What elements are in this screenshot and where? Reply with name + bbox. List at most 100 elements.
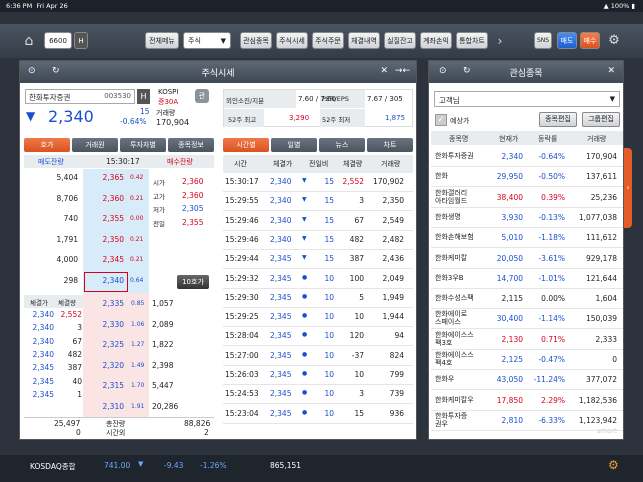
- tick-price: 2,345: [270, 273, 292, 283]
- stock-volume: 1,077,038: [578, 212, 617, 222]
- tab-daily[interactable]: 일별: [271, 138, 317, 152]
- chevron-right-icon[interactable]: ›: [494, 32, 506, 49]
- tick-price: 2,345: [270, 350, 292, 360]
- tab-news[interactable]: 뉴스: [319, 138, 365, 152]
- down-arrow-icon: ▼: [26, 109, 36, 123]
- tick-volume: 2,549: [382, 215, 404, 225]
- stock-rate: 2.29%: [541, 395, 565, 405]
- quote-panel-header: ⊙ ↻ 주식시세 ✕ →←: [20, 61, 416, 83]
- quote-button[interactable]: 주식시세: [276, 32, 308, 49]
- tick-marker-icon: ●: [302, 273, 308, 281]
- expand-icon[interactable]: →←: [395, 66, 410, 76]
- tick-marker-icon: ▼: [302, 215, 307, 223]
- fills-button[interactable]: 체결내역: [348, 32, 380, 49]
- refresh-icon[interactable]: ↻: [463, 66, 471, 76]
- tick-diff: 10: [324, 389, 334, 399]
- edit-stocks-button[interactable]: 종목편집: [539, 112, 577, 127]
- tab-info[interactable]: 종목정보: [168, 138, 214, 152]
- tick-marker-icon: ●: [302, 370, 308, 377]
- edit-groups-button[interactable]: 그룹편집: [582, 112, 620, 127]
- watch-add-button[interactable]: 관: [195, 89, 209, 103]
- bid-price: 2,320: [102, 360, 124, 370]
- tick-marker-icon: ●: [302, 350, 308, 358]
- h-button[interactable]: H: [74, 32, 88, 49]
- refresh-icon[interactable]: ↻: [52, 66, 60, 76]
- row-divider: [223, 210, 413, 212]
- tick-time: 15:29:44: [225, 254, 259, 264]
- all-menu-button[interactable]: 전체메뉴: [145, 32, 179, 49]
- type-select[interactable]: 주식 ▼: [183, 32, 231, 49]
- home-icon[interactable]: ⌂: [18, 32, 40, 49]
- stock-name: 한화케미칼: [435, 253, 468, 262]
- stock-price: 29,950: [496, 172, 523, 182]
- tick-qty: 5: [359, 292, 364, 302]
- tick-price: 2,345: [270, 408, 292, 418]
- order-button[interactable]: 주식주문: [312, 32, 344, 49]
- tick-marker-icon: ▼: [302, 177, 307, 184]
- chevron-down-icon: ▼: [220, 36, 226, 45]
- col-name: 종목명: [449, 135, 469, 143]
- stock-price: 2,340: [501, 152, 523, 161]
- side-drawer-handle[interactable]: ‹: [624, 148, 632, 228]
- bid-qty: 1,057: [152, 299, 174, 308]
- screen-number-input[interactable]: 6600: [44, 32, 72, 49]
- stock-name: 한화에이스스 팩4호: [435, 351, 474, 367]
- row-divider: [223, 229, 413, 231]
- tab-investor[interactable]: 투자자별: [120, 138, 166, 152]
- tick-qty: 3: [359, 196, 364, 206]
- tick-time: 15:28:04: [225, 331, 259, 341]
- group-select[interactable]: 고객님 ▼: [434, 91, 620, 107]
- tick-volume: 1,949: [382, 292, 404, 302]
- quote-panel-title: 주식시세: [201, 68, 235, 79]
- bid-qty: 2,398: [152, 360, 174, 370]
- ohlc-value: 2,360: [182, 177, 204, 186]
- stock-search-input[interactable]: 한화투자증권 003530: [25, 89, 135, 104]
- buy-button[interactable]: 매수: [580, 32, 600, 49]
- row-divider: [223, 384, 413, 385]
- pnl-button[interactable]: 계좌손익: [420, 32, 452, 49]
- ten-hoga-button[interactable]: 10호가: [177, 275, 209, 289]
- tick-qty: 3: [359, 389, 364, 399]
- row-divider: [223, 422, 413, 424]
- tab-time[interactable]: 시간별: [223, 138, 269, 152]
- col-price: 현재가: [499, 135, 519, 143]
- tick-price-header: 체결가: [273, 160, 293, 168]
- trade-qty-header: 체결량: [58, 299, 76, 307]
- balance-button[interactable]: 실질잔고: [384, 32, 416, 49]
- stock-rate: -1.18%: [538, 233, 565, 243]
- hoga-buy-header: 매수잔량: [167, 158, 193, 166]
- stock-name: 한화우: [435, 375, 455, 384]
- yesang-checkbox[interactable]: ✓: [435, 114, 447, 126]
- ask-price: 2,365: [102, 173, 124, 182]
- tick-time: 15:23:04: [225, 408, 259, 418]
- tab-hoga[interactable]: 호가: [24, 138, 70, 152]
- ask-price: 2,350: [102, 234, 124, 244]
- close-icon[interactable]: ✕: [380, 66, 388, 76]
- stock-price: 2,115: [501, 294, 523, 304]
- tick-vol-header: 거래량: [381, 160, 401, 168]
- tick-marker-icon: ▼: [302, 234, 307, 242]
- tab-chart[interactable]: 차트: [367, 138, 413, 152]
- ask-qty: 8,706: [56, 193, 78, 203]
- afterhours-sell: 0: [76, 428, 81, 437]
- row-divider: [223, 345, 413, 347]
- row-divider: [223, 248, 413, 250]
- tick-price: 2,340: [270, 177, 292, 186]
- gear-icon[interactable]: ⚙: [608, 458, 619, 472]
- gear-icon[interactable]: ⚙: [605, 32, 623, 49]
- chart-button[interactable]: 통합차트: [456, 32, 488, 49]
- bid-qty: 20,286: [152, 401, 179, 411]
- sell-button[interactable]: 매도: [557, 32, 577, 49]
- tab-broker[interactable]: 거래원: [72, 138, 118, 152]
- market-label: KOSPI: [158, 88, 179, 96]
- sns-button[interactable]: SNS: [534, 32, 552, 49]
- watchlist-button[interactable]: 관심종목: [240, 32, 272, 49]
- target-icon[interactable]: ⊙: [28, 66, 36, 76]
- row-divider: [223, 191, 413, 192]
- stock-name: 한화투자증권: [435, 152, 474, 160]
- tick-price: 2,340: [270, 234, 292, 244]
- target-icon[interactable]: ⊙: [439, 66, 447, 76]
- stock-name: 한화수성스팩: [435, 294, 474, 303]
- close-icon[interactable]: ✕: [607, 66, 615, 76]
- h-button[interactable]: H: [137, 89, 150, 104]
